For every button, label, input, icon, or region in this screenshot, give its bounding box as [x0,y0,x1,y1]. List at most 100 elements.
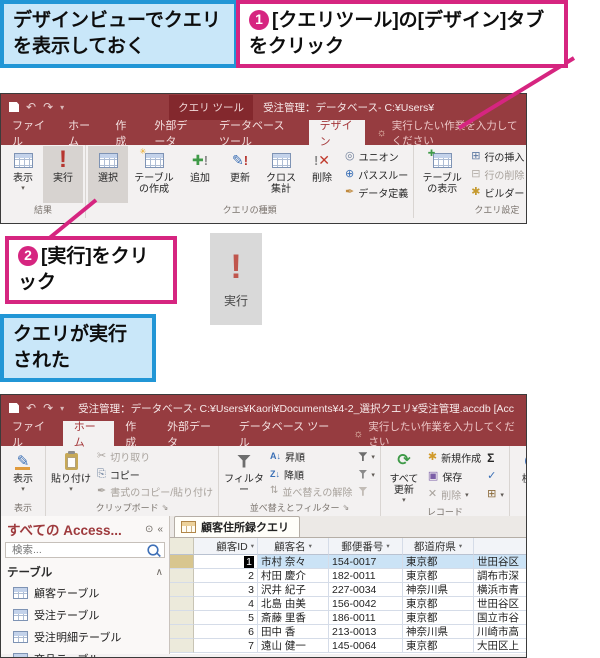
format-painter-button[interactable]: 書式のコピー/貼り付け [94,483,216,500]
record-selector[interactable] [170,611,194,625]
save-icon[interactable] [9,102,19,112]
run-button[interactable]: 実行 [43,146,83,203]
tab-database-tools[interactable]: データベース ツール [208,120,309,145]
refresh-all-button[interactable]: すべて更新 ▾ [383,447,425,505]
passthrough-button[interactable]: パススルー [342,166,411,183]
nav-collapse-icon[interactable]: « [157,524,163,535]
nav-item-order-detail-table[interactable]: 受注明細テーブル [1,626,169,648]
delete-query-button[interactable]: 削除 [302,146,342,203]
new-record-button[interactable]: 新規作成 [425,449,484,466]
sort-dropdown-icon[interactable]: ▾ [459,542,462,550]
nav-pane-header[interactable]: すべての Access... ⊙ « [1,516,169,542]
table-row[interactable]: 5 斎藤 里香 186-0011 東京都 国立市谷 [170,611,526,625]
tab-file[interactable]: ファイル [1,421,63,446]
tell-me-box[interactable]: ☼ 実行したい作業を入力してください [369,120,526,145]
group-clipboard: 貼り付け ▾ 切り取り コピー 書式のコピー/貼り付け [46,446,219,516]
dialog-launcher-icon[interactable]: ⇘ [343,503,350,512]
record-selector[interactable] [170,569,194,583]
table-row[interactable]: 7 遠山 健一 145-0064 東京都 大田区上 [170,639,526,653]
sort-dropdown-icon[interactable]: ▾ [386,542,389,550]
crosstab-query-button[interactable]: クロス集計 [260,146,302,203]
save-icon[interactable] [9,403,19,413]
more-button[interactable]: ▾ [484,486,507,503]
select-query-button[interactable]: 選択 [88,146,128,203]
column-header-customer-id[interactable]: 顧客ID▾ [194,538,258,555]
spelling-button[interactable] [484,468,507,485]
column-header-customer-name[interactable]: 顧客名▾ [258,538,329,555]
redo-icon[interactable] [43,402,53,414]
append-query-button[interactable]: 追加 [180,146,220,203]
save-record-button[interactable]: 保存 [425,468,484,485]
tell-me-box[interactable]: ☼ 実行したい作業を入力してください [345,421,526,446]
totals-button[interactable] [484,449,507,466]
nav-item-product-table[interactable]: 商品テーブル [1,648,169,658]
nav-menu-icon[interactable]: ⊙ [145,524,153,535]
toggle-filter-button[interactable] [355,483,378,500]
nav-item-order-table[interactable]: 受注テーブル [1,604,169,626]
show-table-button[interactable]: テーブルの表示 [416,146,468,203]
sort-ascending-button[interactable]: 昇順 [267,448,355,465]
table-row[interactable]: 1 市村 奈々 154-0017 東京都 世田谷区 [170,555,526,569]
undo-icon[interactable] [26,402,36,414]
column-header-prefecture[interactable]: 都道府県▾ [403,538,474,555]
record-selector[interactable] [170,555,194,569]
view-button[interactable]: 表示 ▾ [3,146,43,203]
group-collapse-icon[interactable]: ∧ [156,567,163,578]
record-selector[interactable] [170,639,194,653]
redo-icon[interactable] [43,101,53,113]
tab-home[interactable]: ホーム [57,120,104,145]
column-header-address[interactable] [474,538,526,555]
qat-customize-icon[interactable]: ▾ [60,103,64,112]
tab-design[interactable]: デザイン [309,120,365,145]
filter-button[interactable]: フィルター [221,447,267,501]
update-query-button[interactable]: 更新 [220,146,260,203]
sort-dropdown-icon[interactable]: ▾ [309,542,312,550]
sort-dropdown-icon[interactable]: ▾ [251,542,254,550]
qat-customize-icon[interactable]: ▾ [60,404,64,413]
view-button[interactable]: 表示 ▾ [3,447,43,501]
table-row[interactable]: 2 村田 慶介 182-0011 東京都 調布市深 [170,569,526,583]
tab-home[interactable]: ホーム [63,421,114,446]
tab-create[interactable]: 作成 [114,421,156,446]
tab-external-data[interactable]: 外部データ [143,120,208,145]
run-exclamation-icon: ! [230,250,241,284]
cut-button[interactable]: 切り取り [94,448,216,465]
advanced-filter-options-button[interactable]: ▾ [355,466,378,483]
record-selector[interactable] [170,583,194,597]
advanced-filter-button[interactable]: ▾ [355,448,378,465]
table-row[interactable]: 4 北島 由美 156-0042 東京都 世田谷区 [170,597,526,611]
select-all-corner[interactable] [170,538,194,555]
run-button-enlarged[interactable]: ! 実行 [210,233,262,325]
insert-rows-button[interactable]: 行の挿入 [468,148,527,165]
nav-search-box[interactable] [5,542,165,558]
record-selector[interactable] [170,625,194,639]
column-header-postal-code[interactable]: 郵便番号▾ [329,538,403,555]
copy-button[interactable]: コピー [94,466,216,483]
tab-database-tools[interactable]: データベース ツール [228,421,342,446]
document-tab-bar: 顧客住所録クエリ [170,516,526,538]
undo-icon[interactable] [26,101,36,113]
union-button[interactable]: ユニオン [342,148,411,165]
record-selector[interactable] [170,597,194,611]
nav-item-customer-table[interactable]: 顧客テーブル [1,582,169,604]
table-row[interactable]: 6 田中 香 213-0013 神奈川県 川崎市高 [170,625,526,639]
tab-create[interactable]: 作成 [104,120,143,145]
sort-descending-button[interactable]: 降順 [267,466,355,483]
clear-sort-button[interactable]: 並べ替えの解除 [267,483,355,500]
copy-icon [97,469,106,480]
table-row[interactable]: 3 沢井 紀子 227-0034 神奈川県 横浜市青 [170,583,526,597]
builder-button[interactable]: ビルダー [468,184,527,201]
find-button[interactable]: 検索 [512,447,527,501]
search-input[interactable] [10,543,142,557]
document-tab-query[interactable]: 顧客住所録クエリ [174,516,300,537]
delete-record-button[interactable]: 削除 ▾ [425,486,484,503]
contextual-tab-group: クエリ ツール [169,95,253,120]
data-definition-button[interactable]: データ定義 [342,184,411,201]
tab-file[interactable]: ファイル [1,120,57,145]
paste-button[interactable]: 貼り付け ▾ [48,447,94,501]
dialog-launcher-icon[interactable]: ⇘ [162,503,169,512]
tab-external-data[interactable]: 外部データ [156,421,228,446]
delete-rows-button[interactable]: 行の削除 [468,166,527,183]
make-table-button[interactable]: テーブルの作成 [128,146,180,203]
nav-group-tables[interactable]: テーブル ∧ [1,562,169,582]
